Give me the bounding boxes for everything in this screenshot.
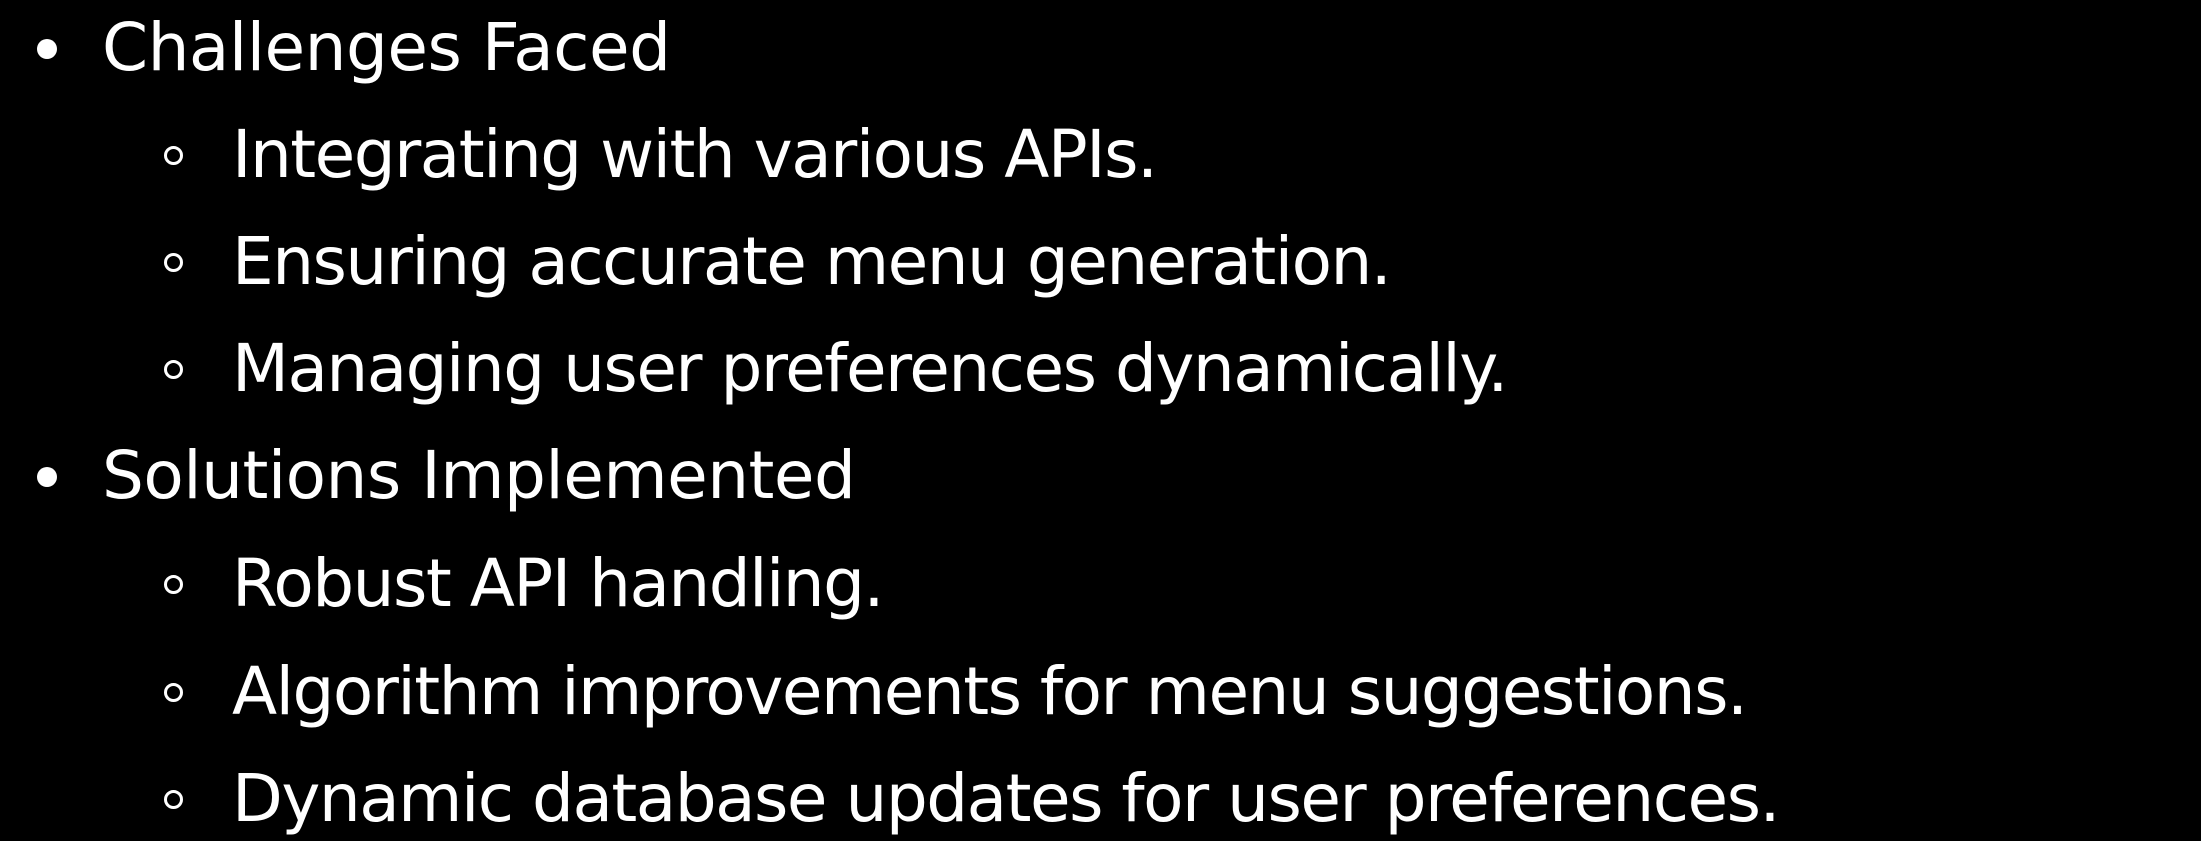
- list-item-label: Integrating with various APIs.: [232, 116, 1158, 193]
- hollow-circle-icon: [164, 253, 183, 272]
- filled-circle-icon: [37, 467, 57, 487]
- hollow-circle-icon: [164, 683, 183, 702]
- hollow-circle-icon: [164, 360, 183, 379]
- list-item-label: Dynamic database updates for user prefer…: [232, 760, 1781, 837]
- list-item-label: Managing user preferences dynamically.: [232, 330, 1508, 407]
- section-heading-label: Challenges Faced: [102, 9, 671, 86]
- list-item-label: Algorithm improvements for menu suggesti…: [232, 653, 1748, 730]
- filled-circle-icon: [37, 39, 57, 59]
- list-item-label: Ensuring accurate menu generation.: [232, 223, 1392, 300]
- bullet-outline: Challenges Faced Integrating with variou…: [0, 0, 2201, 841]
- slide: Challenges Faced Integrating with variou…: [0, 0, 2201, 841]
- hollow-circle-icon: [164, 790, 183, 809]
- hollow-circle-icon: [164, 146, 183, 165]
- hollow-circle-icon: [164, 575, 183, 594]
- list-item-label: Robust API handling.: [232, 545, 885, 622]
- section-heading-label: Solutions Implemented: [102, 437, 856, 514]
